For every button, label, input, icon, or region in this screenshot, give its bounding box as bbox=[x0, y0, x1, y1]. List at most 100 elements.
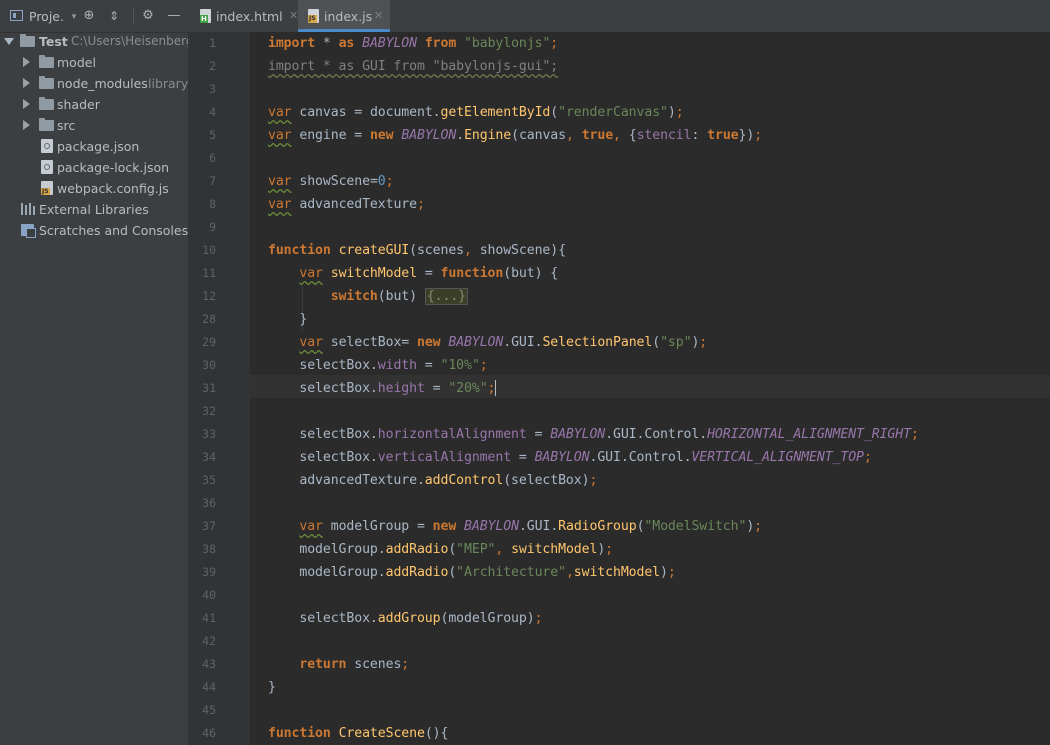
code-line[interactable]: function createGUI(scenes, showScene){ bbox=[268, 239, 566, 262]
project-panel-header: Proje. ▾ ⊕ ⇕ ⚙ — bbox=[0, 0, 188, 33]
ide-window: Proje. ▾ ⊕ ⇕ ⚙ — Test C:\Users\Heisenber… bbox=[0, 0, 1050, 745]
code-line[interactable]: var selectBox= new BABYLON.GUI.Selection… bbox=[268, 331, 707, 354]
tree-item-webpack-config[interactable]: webpack.config.js bbox=[0, 178, 188, 199]
folder-icon bbox=[20, 34, 35, 47]
folder-icon bbox=[39, 97, 54, 110]
code-editor[interactable]: import * as BABYLON from "babylonjs"; imp… bbox=[250, 32, 1050, 745]
line-number: 1 bbox=[209, 36, 216, 50]
locate-file-icon[interactable]: ⊕ bbox=[81, 8, 97, 24]
collapsed-arrow-icon[interactable] bbox=[23, 57, 30, 67]
tree-item-model[interactable]: model bbox=[0, 52, 188, 73]
code-line[interactable]: selectBox.height = "20%"; bbox=[268, 377, 497, 400]
line-number: 42 bbox=[202, 634, 216, 648]
tree-item-hint: library bbox=[148, 76, 188, 91]
tree-item-label: shader bbox=[57, 97, 100, 112]
editor-tabs: index.html ✕ index.js ✕ bbox=[188, 0, 1050, 33]
line-number: 9 bbox=[209, 220, 216, 234]
collapse-all-icon[interactable]: ⇕ bbox=[106, 8, 122, 24]
line-number: 38 bbox=[202, 542, 216, 556]
line-number: 32 bbox=[202, 404, 216, 418]
code-line[interactable]: selectBox.width = "10%"; bbox=[268, 354, 487, 377]
tree-item-label: Scratches and Consoles bbox=[39, 223, 188, 238]
tree-item-label: src bbox=[57, 118, 76, 133]
libraries-icon bbox=[21, 203, 35, 215]
line-number: 33 bbox=[202, 427, 216, 441]
tree-item-src[interactable]: src bbox=[0, 115, 188, 136]
code-line[interactable]: selectBox.horizontalAlignment = BABYLON.… bbox=[268, 423, 919, 446]
line-number: 43 bbox=[202, 657, 216, 671]
line-number: 45 bbox=[202, 703, 216, 717]
tree-item-scratches[interactable]: Scratches and Consoles bbox=[0, 220, 188, 241]
close-icon[interactable]: ✕ bbox=[374, 9, 383, 22]
header-divider bbox=[133, 8, 134, 25]
collapsed-arrow-icon[interactable] bbox=[23, 78, 30, 88]
tree-item-label: node_modules bbox=[57, 76, 148, 91]
line-number: 12 bbox=[202, 289, 216, 303]
code-line[interactable]: modelGroup.addRadio("MEP", switchModel); bbox=[268, 538, 613, 561]
collapsed-arrow-icon[interactable] bbox=[23, 120, 30, 130]
line-number: 44 bbox=[202, 680, 216, 694]
code-line[interactable]: var modelGroup = new BABYLON.GUI.RadioGr… bbox=[268, 515, 762, 538]
code-line[interactable]: import * as GUI from "babylonjs-gui"; bbox=[268, 55, 558, 78]
line-number-gutter[interactable]: 1 2 3 4 5 6 7 8 9 10 11 12 28 29 30 31 32 33 34 35 36 37 38 39 4… bbox=[188, 32, 250, 745]
tree-item-external-libraries[interactable]: External Libraries bbox=[0, 199, 188, 220]
json-file-icon bbox=[41, 139, 53, 153]
hide-panel-icon[interactable]: — bbox=[166, 8, 182, 24]
collapsed-arrow-icon[interactable] bbox=[23, 99, 30, 109]
line-number: 4 bbox=[209, 105, 216, 119]
code-line[interactable]: } bbox=[268, 676, 276, 699]
folder-icon bbox=[39, 76, 54, 89]
tree-item-node-modules[interactable]: node_modules library bbox=[0, 73, 188, 94]
line-number: 29 bbox=[202, 335, 216, 349]
folder-icon bbox=[39, 55, 54, 68]
project-icon bbox=[10, 10, 23, 21]
tree-item-path: C:\Users\Heisenberg bbox=[71, 34, 188, 48]
tree-item-label: Test bbox=[39, 34, 68, 49]
line-number: 34 bbox=[202, 450, 216, 464]
code-line[interactable]: function CreateScene(){ bbox=[268, 722, 448, 745]
code-line[interactable]: selectBox.verticalAlignment = BABYLON.GU… bbox=[268, 446, 871, 469]
tab-label: index.js bbox=[324, 9, 373, 24]
code-line[interactable]: import * as BABYLON from "babylonjs"; bbox=[268, 32, 558, 55]
js-file-icon bbox=[41, 181, 53, 195]
code-line[interactable]: var showScene=0; bbox=[268, 170, 394, 193]
line-number: 2 bbox=[209, 59, 216, 73]
tree-item-shader[interactable]: shader bbox=[0, 94, 188, 115]
project-panel: Proje. ▾ ⊕ ⇕ ⚙ — Test C:\Users\Heisenber… bbox=[0, 0, 188, 745]
tab-index-js[interactable]: index.js ✕ bbox=[298, 0, 390, 32]
code-line[interactable]: var engine = new BABYLON.Engine(canvas, … bbox=[268, 124, 762, 147]
line-number: 40 bbox=[202, 588, 216, 602]
line-number: 30 bbox=[202, 358, 216, 372]
tree-item-label: webpack.config.js bbox=[57, 181, 169, 196]
code-line[interactable]: } bbox=[268, 308, 307, 331]
expand-arrow-icon[interactable] bbox=[4, 38, 14, 45]
project-panel-title[interactable]: Proje. bbox=[29, 9, 64, 24]
code-line[interactable]: advancedTexture.addControl(selectBox); bbox=[268, 469, 597, 492]
tree-item-package-lock-json[interactable]: package-lock.json bbox=[0, 157, 188, 178]
line-number: 28 bbox=[202, 312, 216, 326]
dropdown-arrow-icon[interactable]: ▾ bbox=[66, 9, 82, 25]
code-line[interactable]: switch(but) {...} bbox=[268, 285, 469, 308]
tab-index-html[interactable]: index.html ✕ bbox=[196, 0, 302, 32]
tree-item-label: package.json bbox=[57, 139, 140, 154]
code-line[interactable]: modelGroup.addRadio("Architecture",switc… bbox=[268, 561, 675, 584]
scratches-icon bbox=[21, 224, 36, 238]
close-icon[interactable]: ✕ bbox=[289, 9, 298, 22]
gear-icon[interactable]: ⚙ bbox=[140, 8, 156, 24]
tree-item-label: model bbox=[57, 55, 96, 70]
tree-item-test[interactable]: Test C:\Users\Heisenberg bbox=[0, 31, 188, 52]
code-line[interactable]: var switchModel = function(but) { bbox=[268, 262, 558, 285]
code-line[interactable]: return scenes; bbox=[268, 653, 409, 676]
json-file-icon bbox=[41, 160, 53, 174]
code-line[interactable]: var canvas = document.getElementById("re… bbox=[268, 101, 684, 124]
tree-item-label: package-lock.json bbox=[57, 160, 170, 175]
line-number: 5 bbox=[209, 128, 216, 142]
tab-label: index.html bbox=[216, 9, 283, 24]
code-line[interactable]: selectBox.addGroup(modelGroup); bbox=[268, 607, 542, 630]
text-caret bbox=[495, 380, 497, 396]
line-number: 10 bbox=[202, 243, 216, 257]
tree-item-package-json[interactable]: package.json bbox=[0, 136, 188, 157]
line-number: 46 bbox=[202, 726, 216, 740]
line-number: 39 bbox=[202, 565, 216, 579]
code-line[interactable]: var advancedTexture; bbox=[268, 193, 425, 216]
